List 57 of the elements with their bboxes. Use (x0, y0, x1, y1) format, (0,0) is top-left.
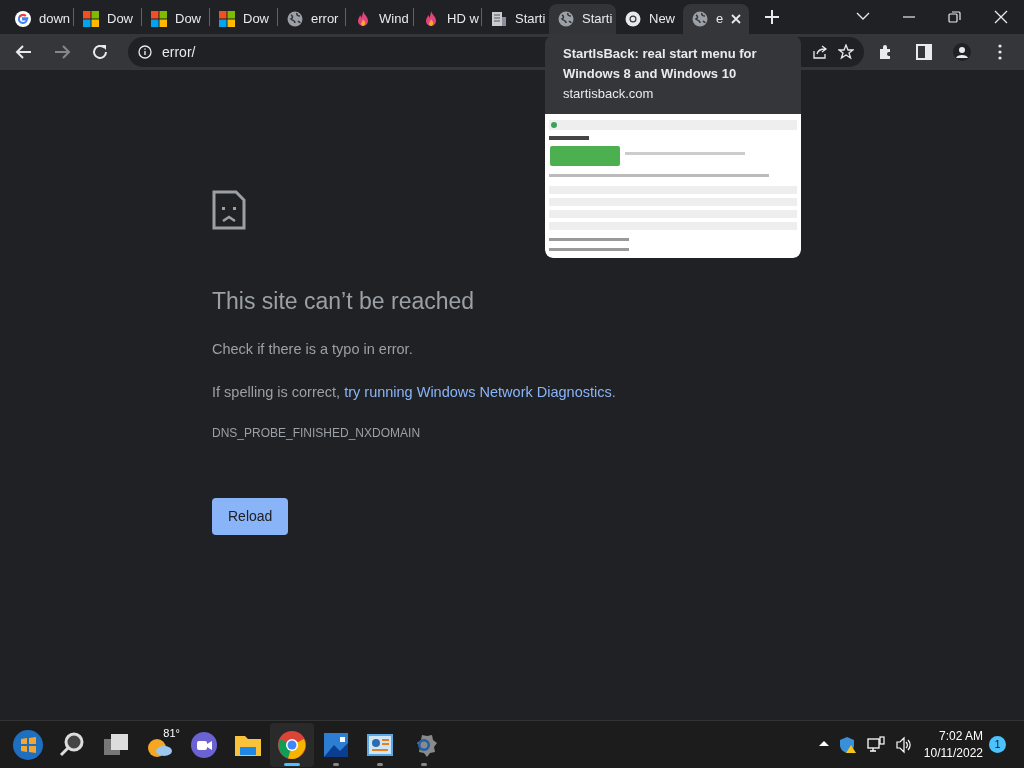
four-squares-icon (83, 11, 99, 27)
preview-domain: startisback.com (562, 85, 655, 103)
start-orb-icon (12, 728, 44, 761)
error-message: Check if there is a typo in error. (212, 339, 414, 359)
running-indicator (333, 762, 339, 766)
browser-tab[interactable]: New (616, 4, 683, 34)
four-squares-icon (219, 11, 235, 27)
diagnostics-link[interactable]: try running Windows Network Diagnostics (344, 384, 612, 401)
flame-icon (355, 11, 371, 27)
globe-icon (287, 11, 303, 27)
browser-tab[interactable]: Starti (549, 4, 616, 34)
new-tab-icon[interactable] (765, 10, 779, 24)
time-text: 7:02 AM (937, 728, 983, 745)
browser-tab[interactable]: Dow (142, 4, 209, 34)
running-indicator (284, 762, 300, 766)
browser-tab[interactable]: HD w (414, 4, 481, 34)
reload-icon[interactable] (91, 43, 109, 61)
browser-tab[interactable]: e (683, 4, 749, 34)
profile-icon[interactable] (953, 43, 971, 61)
address-text[interactable]: error/ (162, 41, 196, 63)
taskbar-app[interactable] (270, 722, 314, 767)
info-icon[interactable] (138, 45, 152, 59)
restore-icon[interactable] (948, 10, 962, 24)
document-icon (491, 11, 507, 27)
share-icon[interactable] (812, 44, 828, 60)
volume-icon[interactable] (894, 735, 913, 754)
browser-tab[interactable]: down (6, 4, 73, 34)
back-arrow-icon[interactable] (15, 43, 33, 61)
chrome-logo-icon (276, 728, 308, 761)
reload-button[interactable]: Reload (212, 498, 289, 535)
globe-icon (558, 11, 574, 27)
notification-count[interactable]: 1 (989, 736, 1006, 753)
chrome-logo-icon (625, 11, 641, 27)
browser-tab[interactable]: error (278, 4, 345, 34)
error-message: If spelling is correct, try running Windows Network Diagnostics. (212, 383, 617, 403)
taskbar-app[interactable]: 81° (138, 722, 182, 767)
close-icon[interactable] (731, 14, 742, 24)
shield-warning-icon[interactable] (838, 735, 857, 754)
google-logo-icon (15, 11, 31, 27)
four-squares-icon (151, 11, 167, 27)
close-icon[interactable] (994, 10, 1008, 24)
browser-tab[interactable]: Starti (482, 4, 549, 34)
browser-tab[interactable]: Dow (210, 4, 277, 34)
sad-page-icon (212, 190, 246, 230)
browser-tab[interactable]: Dow (74, 4, 141, 34)
error-code: DNS_PROBE_FINISHED_NXDOMAIN (212, 425, 422, 442)
browser-tab[interactable]: Wind (346, 4, 413, 34)
flame-icon (423, 11, 439, 27)
temperature-text: 81° (163, 725, 180, 741)
network-icon[interactable] (866, 735, 885, 754)
globe-icon (692, 11, 708, 27)
star-icon[interactable] (838, 44, 854, 60)
error-title: This site can’t be reached (212, 287, 476, 316)
date-text: 10/11/2022 (923, 744, 983, 761)
sidebar-icon[interactable] (915, 43, 933, 61)
running-indicator (421, 762, 427, 766)
running-indicator (377, 762, 383, 766)
